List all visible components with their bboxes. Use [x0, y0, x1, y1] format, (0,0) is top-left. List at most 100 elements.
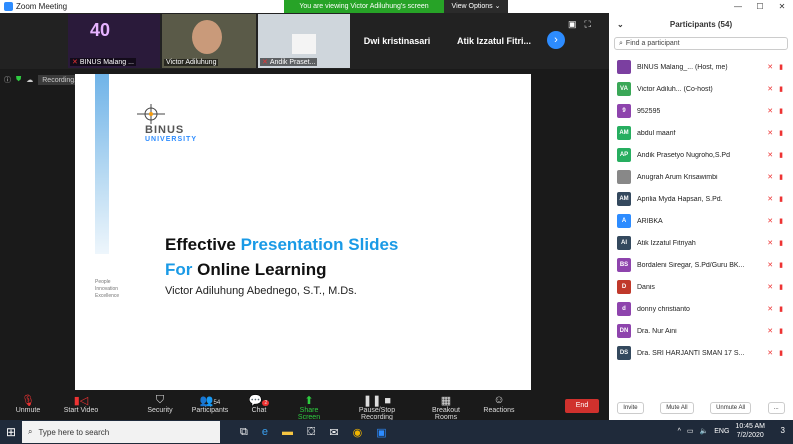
mic-off-icon[interactable]: ✕	[767, 129, 773, 137]
mic-off-icon[interactable]: ✕	[767, 217, 773, 225]
avatar: 9	[617, 104, 631, 118]
breakout-rooms-button[interactable]: ▦ Breakout Rooms	[420, 394, 472, 421]
chrome-icon[interactable]: ◉	[353, 426, 363, 439]
clock[interactable]: 10:45 AM 7/2/2020	[735, 422, 765, 440]
file-explorer-icon[interactable]: ▬	[282, 426, 293, 439]
participant-row[interactable]: d donny christianto ✕ ▮	[609, 298, 793, 320]
video-thumbnail-active[interactable]: Victor Adiluhung	[162, 14, 256, 68]
participant-row[interactable]: VA Victor Adiluh... (Co-host) ✕ ▮	[609, 78, 793, 100]
participant-name: Danis	[637, 283, 655, 291]
info-icon[interactable]: ⓘ	[4, 75, 11, 85]
participant-status-icons: ✕ ▮	[767, 239, 783, 247]
video-off-icon: ▮	[779, 306, 783, 313]
video-thumbnail[interactable]: Dwi kristinasari	[352, 14, 442, 68]
reactions-button[interactable]: ☺ Reactions	[482, 394, 516, 414]
end-meeting-button[interactable]: End	[565, 399, 599, 413]
mic-off-icon[interactable]: ✕	[767, 239, 773, 247]
participant-status-icons: ✕ ▮	[767, 217, 783, 225]
zoom-taskbar-icon[interactable]: ▣	[376, 426, 386, 439]
action-center-icon[interactable]: 3	[781, 426, 785, 435]
participant-status-icons: ✕ ▮	[767, 173, 783, 181]
mic-off-icon[interactable]: ✕	[767, 283, 773, 291]
mic-off-icon[interactable]: ✕	[767, 305, 773, 313]
notifications-chevron-icon[interactable]: ^	[678, 428, 681, 435]
avatar	[617, 60, 631, 74]
mic-off-icon[interactable]: ✕	[767, 63, 773, 71]
participant-row[interactable]: AI Atik Izzatul Fitriyah ✕ ▮	[609, 232, 793, 254]
fullscreen-icon[interactable]: ⛶	[585, 19, 591, 30]
video-thumbnail[interactable]: ✕ Andik Praset...	[258, 14, 350, 68]
mic-off-icon[interactable]: ✕	[767, 195, 773, 203]
participants-button[interactable]: 👥54 Participants	[190, 394, 230, 414]
mic-off-icon[interactable]: ✕	[767, 151, 773, 159]
participant-row[interactable]: AP Andik Prasetyo Nugroho,S.Pd ✕ ▮	[609, 144, 793, 166]
language-icon[interactable]: ENG	[714, 428, 729, 435]
network-icon[interactable]: ▭	[687, 427, 694, 435]
mic-off-icon[interactable]: ✕	[767, 261, 773, 269]
window-title: Zoom Meeting	[16, 2, 68, 11]
panel-footer: Invite Mute All Unmute All ...	[609, 399, 793, 417]
minimize-icon[interactable]: —	[727, 0, 749, 13]
participant-row[interactable]: BINUS Malang_... (Host, me) ✕ ▮	[609, 56, 793, 78]
mic-off-icon[interactable]: ✕	[767, 349, 773, 357]
encryption-shield-icon[interactable]: ⛊	[16, 76, 21, 84]
video-thumbnail[interactable]: Atik Izzatul Fitri...	[446, 14, 542, 68]
video-off-icon: ▮	[779, 328, 783, 335]
participant-row[interactable]: BS Bordaleni Siregar, S.Pd/Guru BK... ✕ ▮	[609, 254, 793, 276]
unmute-all-button[interactable]: Unmute All	[710, 402, 752, 414]
chat-button[interactable]: 💬 2 Chat	[248, 394, 270, 414]
close-icon[interactable]: ✕	[771, 0, 793, 13]
mute-all-button[interactable]: Mute All	[660, 402, 694, 414]
gallery-view-icon[interactable]: ▣	[568, 19, 577, 30]
start-video-button[interactable]: ▮◁ Start Video	[60, 394, 102, 414]
store-icon[interactable]: ⛋	[307, 426, 315, 439]
video-off-icon: ▮	[779, 86, 783, 93]
invite-button[interactable]: Invite	[617, 402, 644, 414]
participant-row[interactable]: DS Dra. SRI HARJANTI SMAN 17 S... ✕ ▮	[609, 342, 793, 364]
smile-icon: ☺	[493, 394, 505, 406]
next-page-button[interactable]: ›	[547, 31, 565, 49]
mic-off-icon[interactable]: ✕	[767, 173, 773, 181]
video-thumbnail[interactable]: 40 ✕ BINUS Malang ...	[68, 14, 160, 68]
shield-icon: ⛉	[155, 394, 165, 406]
participant-row[interactable]: DN Dra. Nur Aini ✕ ▮	[609, 320, 793, 342]
meeting-stage: 40 ✕ BINUS Malang ... Victor Adiluhung ✕ A…	[0, 13, 609, 392]
participant-status-icons: ✕ ▮	[767, 129, 783, 137]
clock-time: 10:45 AM	[735, 423, 765, 430]
search-icon: ⌕	[28, 427, 33, 436]
mic-off-icon[interactable]: ✕	[767, 85, 773, 93]
video-off-icon: ▮	[779, 174, 783, 181]
security-button[interactable]: ⛉ Security	[144, 394, 176, 414]
mic-off-icon[interactable]: ✕	[767, 107, 773, 115]
view-controls: ▣ ⛶	[568, 19, 591, 30]
mic-off-icon[interactable]: ✕	[767, 327, 773, 335]
volume-icon[interactable]: 🔈	[700, 427, 709, 435]
more-options-button[interactable]: ...	[767, 402, 785, 414]
window-controls: — ☐ ✕	[727, 0, 793, 13]
tagline-line: Innovation	[95, 286, 119, 292]
share-screen-button[interactable]: ⬆ Share Screen	[288, 394, 330, 421]
participant-row[interactable]: AM abdul maarif ✕ ▮	[609, 122, 793, 144]
view-options-button[interactable]: View Options ⌄	[444, 0, 508, 13]
taskbar-search-placeholder: Type here to search	[38, 427, 110, 437]
participant-row[interactable]: 9 952595 ✕ ▮	[609, 100, 793, 122]
video-off-icon: ▮	[779, 240, 783, 247]
unmute-button[interactable]: 🎙 Unmute	[12, 394, 44, 414]
participant-row[interactable]: Anugrah Arum Krisawimbi ✕ ▮	[609, 166, 793, 188]
task-view-icon[interactable]: ⧉	[240, 426, 248, 439]
participant-row[interactable]: D Danis ✕ ▮	[609, 276, 793, 298]
participant-search-input[interactable]: ⌕ Find a participant	[614, 37, 788, 50]
participant-row[interactable]: AM Aprilia Myda Hapsari, S.Pd. ✕ ▮	[609, 188, 793, 210]
system-tray: ^ ▭ 🔈 ENG 10:45 AM 7/2/2020	[678, 422, 765, 440]
panel-header: ⌄ Participants (54)	[609, 13, 793, 35]
taskbar-search-box[interactable]: ⌕ Type here to search	[22, 421, 220, 443]
windows-start-icon[interactable]: ⊞	[0, 425, 22, 439]
edge-icon[interactable]: e	[262, 426, 268, 439]
avatar: AM	[617, 192, 631, 206]
search-icon: ⌕	[619, 39, 623, 47]
avatar: D	[617, 280, 631, 294]
participant-row[interactable]: A ARIBKA ✕ ▮	[609, 210, 793, 232]
maximize-icon[interactable]: ☐	[749, 0, 771, 13]
mail-icon[interactable]: ✉	[329, 426, 338, 439]
pause-stop-recording-button[interactable]: ❚❚ ■ Pause/Stop Recording	[342, 394, 412, 421]
